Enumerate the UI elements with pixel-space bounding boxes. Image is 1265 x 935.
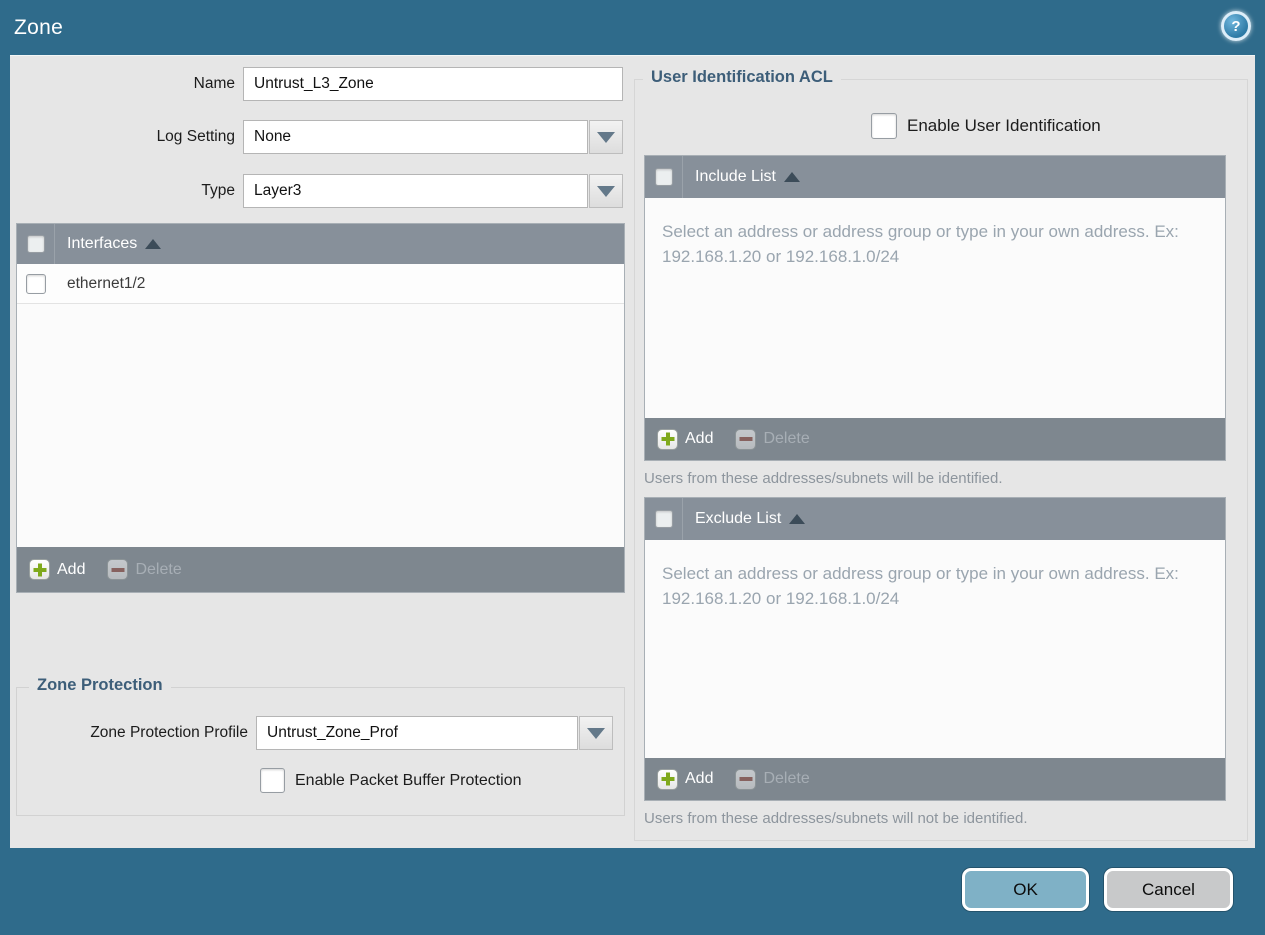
include-list-column-header[interactable]: Include List [695, 168, 776, 186]
interface-row[interactable]: ethernet1/2 [17, 264, 624, 304]
ok-button[interactable]: OK [962, 868, 1089, 911]
log-setting-dropdown-button[interactable] [589, 120, 623, 154]
add-icon [657, 428, 678, 450]
exclude-list-select-all-checkbox[interactable] [654, 510, 673, 528]
interfaces-column-header[interactable]: Interfaces [67, 235, 137, 253]
sort-ascending-icon[interactable] [783, 172, 800, 182]
type-dropdown-button[interactable] [589, 174, 623, 208]
zone-dialog: Zone ? Name Untrust_L3_Zone Log Setting … [0, 0, 1265, 935]
interfaces-add-button[interactable]: Add [29, 559, 85, 580]
include-list-header: Include List [645, 156, 1225, 198]
include-list-caption: Users from these addresses/subnets will … [644, 470, 1003, 487]
sort-ascending-icon[interactable] [789, 514, 806, 524]
zone-protection-legend: Zone Protection [29, 676, 171, 695]
exclude-list-toolbar: Add Delete [645, 758, 1225, 800]
include-list-placeholder: Select an address or address group or ty… [662, 222, 1179, 266]
log-setting-select[interactable]: None [243, 120, 588, 154]
user-identification-acl-fieldset: User Identification ACL Enable User Iden… [634, 68, 1248, 841]
chevron-down-icon [597, 185, 615, 197]
include-list-delete-button[interactable]: Delete [735, 428, 810, 450]
exclude-list-header: Exclude List [645, 498, 1225, 540]
include-list-add-button[interactable]: Add [657, 428, 713, 450]
exclude-list-add-button[interactable]: Add [657, 768, 713, 790]
add-icon [657, 768, 678, 790]
interfaces-grid-body: ethernet1/2 [17, 264, 624, 547]
dialog-title: Zone [14, 16, 64, 39]
include-list-grid: Include List Select an address or addres… [644, 155, 1226, 461]
delete-icon [735, 768, 757, 790]
interfaces-grid: Interfaces ethernet1/2 Add Delete [16, 223, 625, 593]
name-label: Name [193, 75, 235, 92]
help-icon[interactable]: ? [1221, 11, 1251, 41]
interface-row-label: ethernet1/2 [67, 274, 146, 292]
zone-protection-fieldset: Zone Protection Zone Protection Profile … [16, 676, 625, 816]
exclude-list-column-header[interactable]: Exclude List [695, 510, 781, 528]
chevron-down-icon [597, 131, 615, 143]
enable-user-identification-checkbox[interactable] [871, 113, 897, 139]
interfaces-grid-header: Interfaces [17, 224, 624, 264]
packet-buffer-protection-checkbox[interactable] [260, 768, 285, 793]
include-list-toolbar: Add Delete [645, 418, 1225, 460]
sort-ascending-icon[interactable] [145, 239, 162, 249]
add-icon [29, 559, 50, 580]
chevron-down-icon [587, 727, 605, 739]
type-select[interactable]: Layer3 [243, 174, 588, 208]
exclude-list-placeholder: Select an address or address group or ty… [662, 564, 1179, 608]
exclude-list-delete-button[interactable]: Delete [735, 768, 810, 790]
exclude-list-caption: Users from these addresses/subnets will … [644, 810, 1028, 827]
delete-icon [107, 559, 129, 580]
name-input[interactable]: Untrust_L3_Zone [243, 67, 623, 101]
include-list-select-all-checkbox[interactable] [654, 168, 673, 186]
exclude-list-grid: Exclude List Select an address or addres… [644, 497, 1226, 801]
zone-protection-profile-select[interactable]: Untrust_Zone_Prof [256, 716, 578, 750]
help-glyph: ? [1231, 17, 1241, 35]
interface-row-checkbox[interactable] [26, 273, 46, 294]
type-label: Type [201, 182, 235, 199]
packet-buffer-protection-label: Enable Packet Buffer Protection [295, 772, 522, 789]
delete-icon [735, 428, 757, 450]
interfaces-toolbar: Add Delete [17, 547, 624, 592]
cancel-button[interactable]: Cancel [1104, 868, 1233, 911]
log-setting-label: Log Setting [156, 128, 235, 145]
exclude-list-body[interactable]: Select an address or address group or ty… [645, 540, 1225, 758]
user-identification-acl-legend: User Identification ACL [643, 68, 841, 87]
zone-protection-profile-dropdown-button[interactable] [579, 716, 613, 750]
include-list-body[interactable]: Select an address or address group or ty… [645, 198, 1225, 418]
enable-user-identification-label: Enable User Identification [907, 116, 1101, 135]
zone-protection-profile-label: Zone Protection Profile [90, 724, 248, 741]
interfaces-select-all-checkbox[interactable] [26, 235, 45, 253]
dialog-body: Name Untrust_L3_Zone Log Setting None Ty… [10, 55, 1255, 848]
interfaces-delete-button[interactable]: Delete [107, 559, 182, 580]
